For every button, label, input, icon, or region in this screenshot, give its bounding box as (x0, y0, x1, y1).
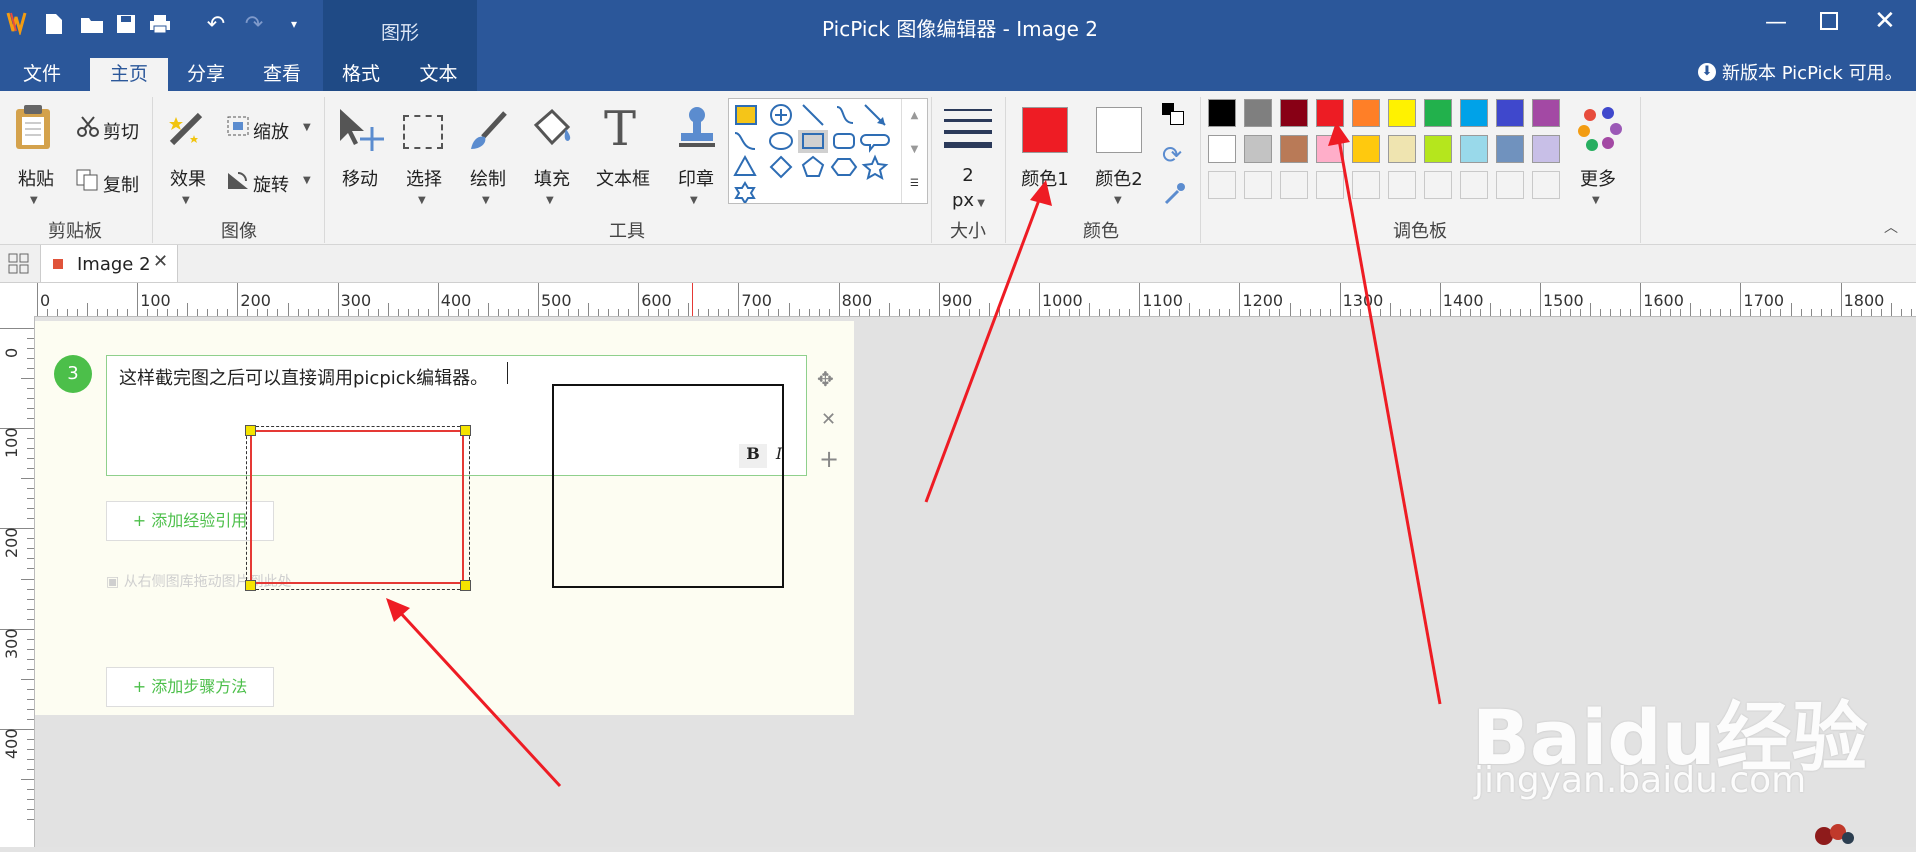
arrow-head (1328, 122, 1350, 146)
arrow-to-color1 (924, 191, 1044, 503)
watermark-url: jingyan.baidu.com (1474, 760, 1807, 801)
arrow-to-red-swatch (1336, 133, 1442, 705)
arrow-to-rectangle (394, 606, 562, 788)
decorative-flower-icon (1812, 818, 1856, 847)
arrow-head (1030, 180, 1052, 206)
